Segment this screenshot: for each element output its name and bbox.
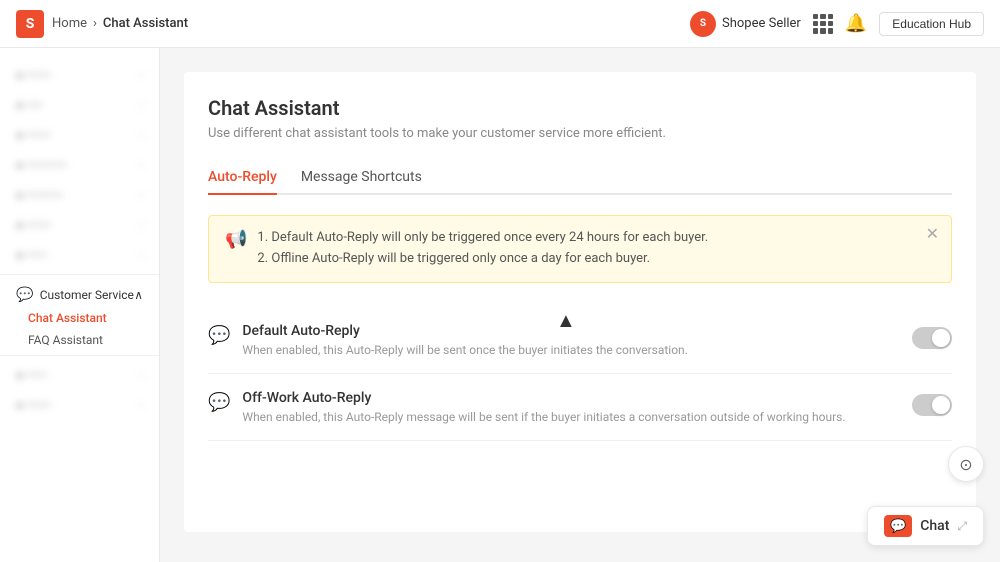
shopee-logo: S: [16, 10, 44, 38]
page-title: Chat Assistant: [208, 96, 952, 120]
notification-bell-icon[interactable]: 🔔: [845, 13, 867, 34]
sidebar-item-chat-assistant[interactable]: Chat Assistant: [0, 307, 159, 329]
breadcrumb: Home › Chat Assistant: [52, 16, 188, 31]
top-header: S Home › Chat Assistant S Shopee Seller …: [0, 0, 1000, 48]
alert-content: 1. Default Auto-Reply will only be trigg…: [257, 228, 935, 270]
sidebar-item-3[interactable]: ● •••••• ›: [0, 120, 159, 150]
sidebar-item-4[interactable]: ● •••••••••• ›: [0, 150, 159, 180]
sidebar-customer-service-section[interactable]: 💬 Customer Service ∧: [0, 279, 159, 307]
off-work-auto-reply-title: Off-Work Auto-Reply: [242, 390, 900, 406]
page-subtitle: Use different chat assistant tools to ma…: [208, 126, 952, 141]
help-button[interactable]: ⊙: [948, 446, 984, 482]
breadcrumb-separator: ›: [93, 16, 97, 31]
education-hub-button[interactable]: Education Hub: [879, 12, 984, 36]
help-icon: ⊙: [959, 455, 972, 474]
tab-message-shortcuts[interactable]: Message Shortcuts: [301, 161, 422, 195]
default-auto-reply-info: Default Auto-Reply When enabled, this Au…: [242, 323, 900, 357]
chat-fab-icon: 💬: [884, 515, 912, 537]
alert-box: 📢 1. Default Auto-Reply will only be tri…: [208, 215, 952, 283]
main-content: Chat Assistant Use different chat assist…: [160, 48, 1000, 562]
alert-line-1: 1. Default Auto-Reply will only be trigg…: [257, 228, 935, 249]
sidebar-item-2[interactable]: ● •••• ›: [0, 90, 159, 120]
sidebar-item-faq-assistant[interactable]: FAQ Assistant: [0, 329, 159, 351]
sidebar-item-1[interactable]: ● •••••• ›: [0, 60, 159, 90]
off-work-auto-reply-toggle[interactable]: [912, 394, 952, 416]
breadcrumb-current: Chat Assistant: [103, 16, 188, 31]
header-left: S Home › Chat Assistant: [16, 10, 690, 38]
sidebar-divider-2: [0, 355, 159, 356]
chat-fab-button[interactable]: 💬 Chat ⤢: [867, 506, 984, 546]
chat-expand-icon: ⤢: [957, 519, 967, 534]
content-card: Chat Assistant Use different chat assist…: [184, 72, 976, 532]
breadcrumb-home[interactable]: Home: [52, 16, 87, 31]
sidebar-item-6[interactable]: ● •••••• ›: [0, 210, 159, 240]
tabs-container: Auto-Reply Message Shortcuts: [208, 161, 952, 195]
default-auto-reply-toggle[interactable]: [912, 327, 952, 349]
sidebar-item-8[interactable]: ● ••••• ›: [0, 360, 159, 390]
off-work-auto-reply-item: 💬 Off-Work Auto-Reply When enabled, this…: [208, 374, 952, 441]
customer-service-label: Customer Service: [40, 288, 134, 302]
sidebar-item-5[interactable]: ● ••••••••• ›: [0, 180, 159, 210]
header-right: S Shopee Seller 🔔 Education Hub: [690, 11, 984, 37]
default-auto-reply-desc: When enabled, this Auto-Reply will be se…: [242, 343, 900, 357]
chat-2-icon: 💬: [208, 392, 230, 413]
sidebar-item-7[interactable]: ● ••••• ›: [0, 240, 159, 270]
off-work-auto-reply-desc: When enabled, this Auto-Reply message wi…: [242, 410, 900, 424]
alert-line-2: 2. Offline Auto-Reply will be triggered …: [257, 249, 935, 270]
layout: ● •••••• › ● •••• › ● •••••• › ● •••••••…: [0, 48, 1000, 562]
default-auto-reply-title: Default Auto-Reply: [242, 323, 900, 339]
off-work-auto-reply-info: Off-Work Auto-Reply When enabled, this A…: [242, 390, 900, 424]
tab-auto-reply[interactable]: Auto-Reply: [208, 161, 277, 195]
sidebar-item-9[interactable]: ● •••••• ›: [0, 390, 159, 420]
alert-icon: 📢: [225, 229, 247, 250]
apps-grid-icon[interactable]: [813, 14, 833, 34]
default-auto-reply-item: 💬 Default Auto-Reply When enabled, this …: [208, 307, 952, 374]
seller-icon: S: [690, 11, 716, 37]
seller-name: Shopee Seller: [722, 16, 801, 31]
chat-icon: 💬: [208, 325, 230, 346]
sidebar-divider: [0, 274, 159, 275]
seller-badge: S Shopee Seller: [690, 11, 801, 37]
chat-fab-label: Chat: [920, 518, 949, 534]
alert-close-button[interactable]: ✕: [926, 226, 939, 242]
sidebar: ● •••••• › ● •••• › ● •••••• › ● •••••••…: [0, 48, 160, 562]
customer-service-icon: 💬: [16, 287, 33, 303]
